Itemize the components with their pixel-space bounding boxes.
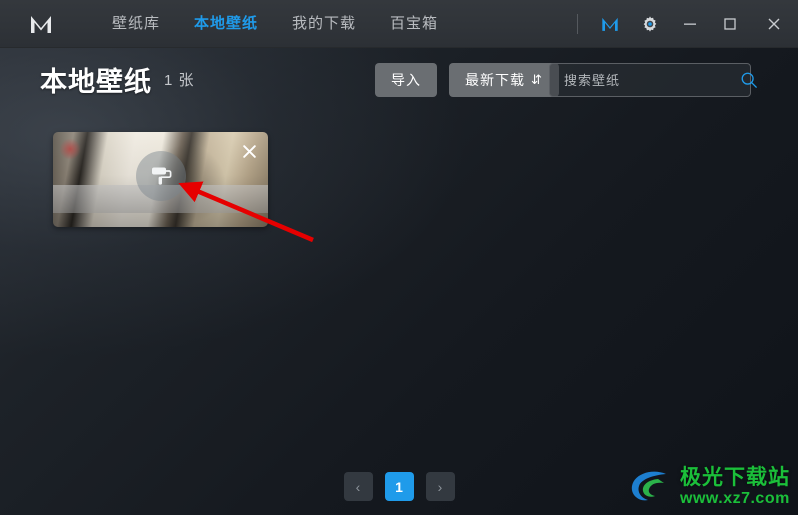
page-header: 本地壁纸 1 张 导入 最新下载 ⇵ bbox=[0, 48, 798, 110]
m-account-icon[interactable] bbox=[590, 0, 630, 48]
wallpaper-grid bbox=[53, 132, 268, 227]
maximize-icon[interactable] bbox=[710, 0, 750, 48]
page-toolbar: 导入 最新下载 ⇵ bbox=[375, 63, 559, 97]
import-button-label: 导入 bbox=[391, 72, 421, 88]
pagination-page-1[interactable]: 1 bbox=[384, 472, 414, 501]
app-window: 壁纸库 本地壁纸 我的下载 百宝箱 本地壁纸 1 张 导入 最新下载 ⇵ 搜索壁… bbox=[0, 0, 798, 515]
page-title: 本地壁纸 bbox=[40, 66, 152, 97]
main-nav: 壁纸库 本地壁纸 我的下载 百宝箱 bbox=[112, 0, 438, 47]
search-box[interactable] bbox=[549, 63, 757, 97]
pagination-prev-button[interactable]: ‹ bbox=[343, 472, 373, 501]
m-logo-icon bbox=[18, 13, 64, 35]
pagination: ‹ 1 › bbox=[0, 472, 798, 501]
wallpaper-card[interactable] bbox=[53, 132, 268, 227]
nav-tab-local-wallpaper[interactable]: 本地壁纸 bbox=[194, 0, 258, 48]
search-icon[interactable] bbox=[740, 71, 758, 89]
import-button[interactable]: 导入 bbox=[375, 63, 437, 97]
window-controls bbox=[577, 0, 798, 48]
nav-tab-my-downloads[interactable]: 我的下载 bbox=[292, 0, 356, 48]
close-icon[interactable] bbox=[750, 0, 798, 48]
search-input[interactable] bbox=[564, 72, 740, 88]
wallpaper-count: 1 张 bbox=[164, 71, 195, 89]
sort-button-label: 最新下载 bbox=[465, 72, 525, 88]
minimize-icon[interactable] bbox=[670, 0, 710, 48]
gear-icon[interactable] bbox=[630, 0, 670, 48]
delete-wallpaper-icon[interactable] bbox=[238, 140, 260, 162]
title-bar: 壁纸库 本地壁纸 我的下载 百宝箱 bbox=[0, 0, 798, 48]
nav-tab-wallpaper-library[interactable]: 壁纸库 bbox=[112, 0, 160, 48]
paint-roller-icon[interactable] bbox=[135, 150, 186, 201]
nav-tab-treasure-box[interactable]: 百宝箱 bbox=[390, 0, 438, 48]
toolbar-separator bbox=[577, 14, 578, 34]
sort-button[interactable]: 最新下载 ⇵ bbox=[449, 63, 559, 97]
sort-arrows-icon: ⇵ bbox=[531, 72, 543, 87]
pagination-next-button[interactable]: › bbox=[425, 472, 455, 501]
